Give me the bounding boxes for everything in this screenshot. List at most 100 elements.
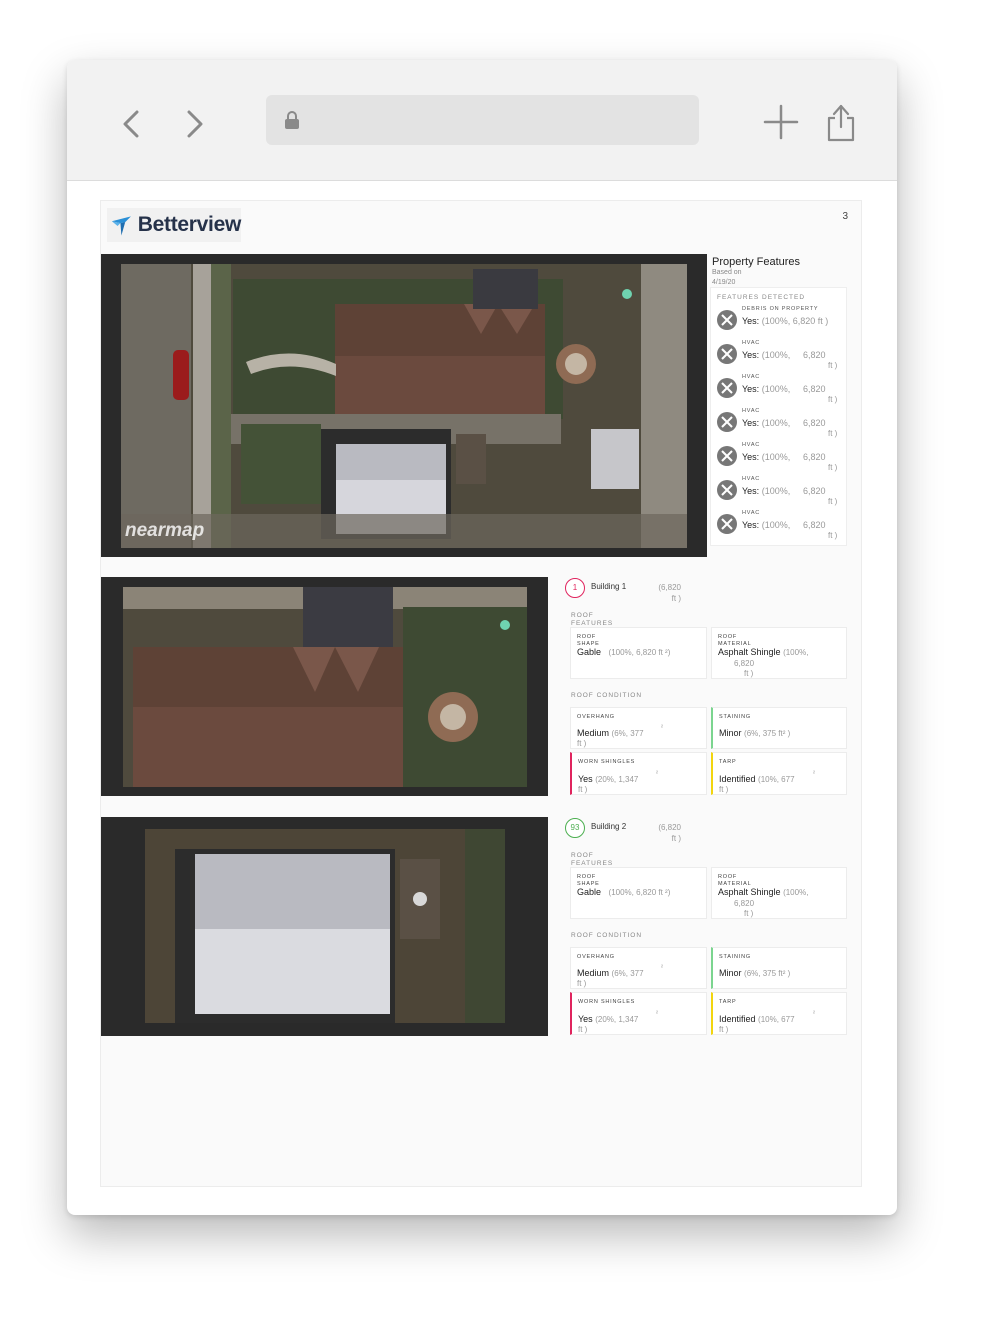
lock-icon [284,110,300,135]
feature-detail: (100%, [761,350,791,360]
share-icon [827,104,855,142]
chevron-left-icon [123,110,139,138]
overhang-sup: ² [661,725,663,731]
feature-value: Yes: (100%, [742,486,790,496]
building-area: (6,820 ft ) [641,582,681,604]
overhang-card: OVERHANG Medium (6%, 377 ² ft ) [570,947,707,989]
worn-shingles-label: WORN SHINGLES [578,999,636,1005]
building-name: Building 1 [591,582,627,591]
overhang-card: OVERHANG Medium (6%, 377 ² ft ) [570,707,707,749]
tarp-label: TARP [719,759,737,765]
feature-label: HVAC [742,340,761,346]
feature-label: HVAC [742,510,761,516]
betterview-logo: Betterview [107,208,241,242]
roof-features-label: ROOF FEATURES [571,612,614,627]
plus-icon [763,104,799,140]
feature-yes: Yes: [742,350,760,360]
features-detected-label: FEATURES DETECTED [717,294,806,301]
staining-detail: (6%, 375 ft² ) [744,969,791,978]
worn-shingles-unit: ft ) [578,785,588,794]
feature-label: HVAC [742,374,761,380]
roof-shape-detail: (100%, 6,820 ft ²) [608,888,671,897]
tarp-unit: ft ) [719,785,729,794]
features-detected-card: FEATURES DETECTED DEBRIS ON PROPERTY Yes:… [710,287,847,546]
tarp-value: Identified (10%, 677 [719,774,795,784]
feature-area: 6,820 [803,486,826,496]
roof-material-label: ROOF MATERIAL [718,634,752,647]
feature-area: 6,820 [803,418,826,428]
feature-yes: Yes: [742,486,760,496]
roof-features-label: ROOF FEATURES [571,852,614,867]
feature-item: HVAC Yes: (100%, 6,820 ft ) [717,442,842,474]
staining-detail: (6%, 375 ft² ) [744,729,791,738]
roof-material-value: Asphalt Shingle (100%, [718,647,808,657]
feature-value: Yes: (100%, [742,418,790,428]
overhang-sup: ² [661,965,663,971]
address-bar[interactable] [266,95,699,145]
tarp-unit: ft ) [719,1025,729,1034]
feature-item: HVAC Yes: (100%, 6,820 ft ) [717,510,842,542]
feature-item: HVAC Yes: (100%, 6,820 ft ) [717,408,842,440]
feature-area: 6,820 [803,384,826,394]
tools-icon [717,480,737,500]
worn-shingles-label: WORN SHINGLES [578,759,636,765]
building-2-aerial-image [145,829,505,1023]
building-name: Building 2 [591,822,627,831]
building-area-unit: ft ) [671,834,681,843]
overhang-text: Medium [577,968,610,978]
worn-shingles-sup: ² [656,771,658,777]
share-button[interactable] [821,100,861,144]
feature-yes: Yes: [742,520,760,530]
feature-unit: ft ) [828,361,838,370]
worn-shingles-detail: (20%, 1,347 [595,775,639,784]
chevron-right-icon [187,110,203,138]
tarp-text: Identified [719,1014,756,1024]
feature-item: DEBRIS ON PROPERTY Yes: (100%, 6,820 ft ) [717,306,842,338]
overhang-label: OVERHANG [577,954,615,960]
tools-icon [717,378,737,398]
roof-material-area: 6,820 [734,899,755,908]
building-badge: 93 [565,818,585,838]
staining-card: STAINING Minor (6%, 375 ft² ) [711,707,847,749]
worn-shingles-card: WORN SHINGLES Yes (20%, 1,347 ² ft ) [570,992,707,1035]
roof-material-label: ROOF MATERIAL [718,874,752,887]
building-2-aerial-panel [101,817,548,1036]
roof-material-card: ROOF MATERIAL Asphalt Shingle (100%, 6,820… [711,627,847,679]
property-features-title: Property Features [712,256,801,268]
staining-value: Minor (6%, 375 ft² ) [719,728,790,738]
report-page: Betterview 3 nearmap Property Features B… [100,200,862,1187]
worn-shingles-value: Yes (20%, 1,347 [578,1014,638,1024]
roof-condition-label: ROOF CONDITION [571,932,643,939]
overhang-label: OVERHANG [577,714,615,720]
worn-shingles-unit: ft ) [578,1025,588,1034]
feature-item: HVAC Yes: (100%, 6,820 ft ) [717,340,842,372]
tarp-label: TARP [719,999,737,1005]
tools-icon [717,344,737,364]
roof-material-text: Asphalt Shingle [718,647,781,657]
overhang-value: Medium (6%, 377 [577,968,644,978]
back-button[interactable] [117,104,149,144]
tarp-value: Identified (10%, 677 [719,1014,795,1024]
tools-icon [717,514,737,534]
building-area-value: (6,820 [658,823,681,832]
roof-material-area: 6,820 [734,659,755,668]
new-tab-button[interactable] [761,100,801,144]
nearmap-watermark: nearmap [125,520,205,541]
feature-label: DEBRIS ON PROPERTY [742,306,819,312]
worn-shingles-text: Yes [578,1014,593,1024]
overhang-text: Medium [577,728,610,738]
feature-detail: (100%, 6,820 ft ) [761,316,829,326]
forward-button[interactable] [177,104,209,144]
feature-value: Yes: (100%, [742,452,790,462]
feature-value: Yes: (100%, [742,520,790,530]
roof-shape-text: Gable [577,887,602,897]
tools-icon [717,412,737,432]
roof-shape-label: ROOF SHAPE [577,874,600,887]
feature-detail: (100%, [761,418,791,428]
property-aerial-image: nearmap [121,264,687,548]
feature-unit: ft ) [828,463,838,472]
roof-material-value: Asphalt Shingle (100%, [718,887,808,897]
building-1-aerial-image [123,587,527,787]
roof-material-detail: (100%, [783,648,809,657]
feature-item: HVAC Yes: (100%, 6,820 ft ) [717,476,842,508]
